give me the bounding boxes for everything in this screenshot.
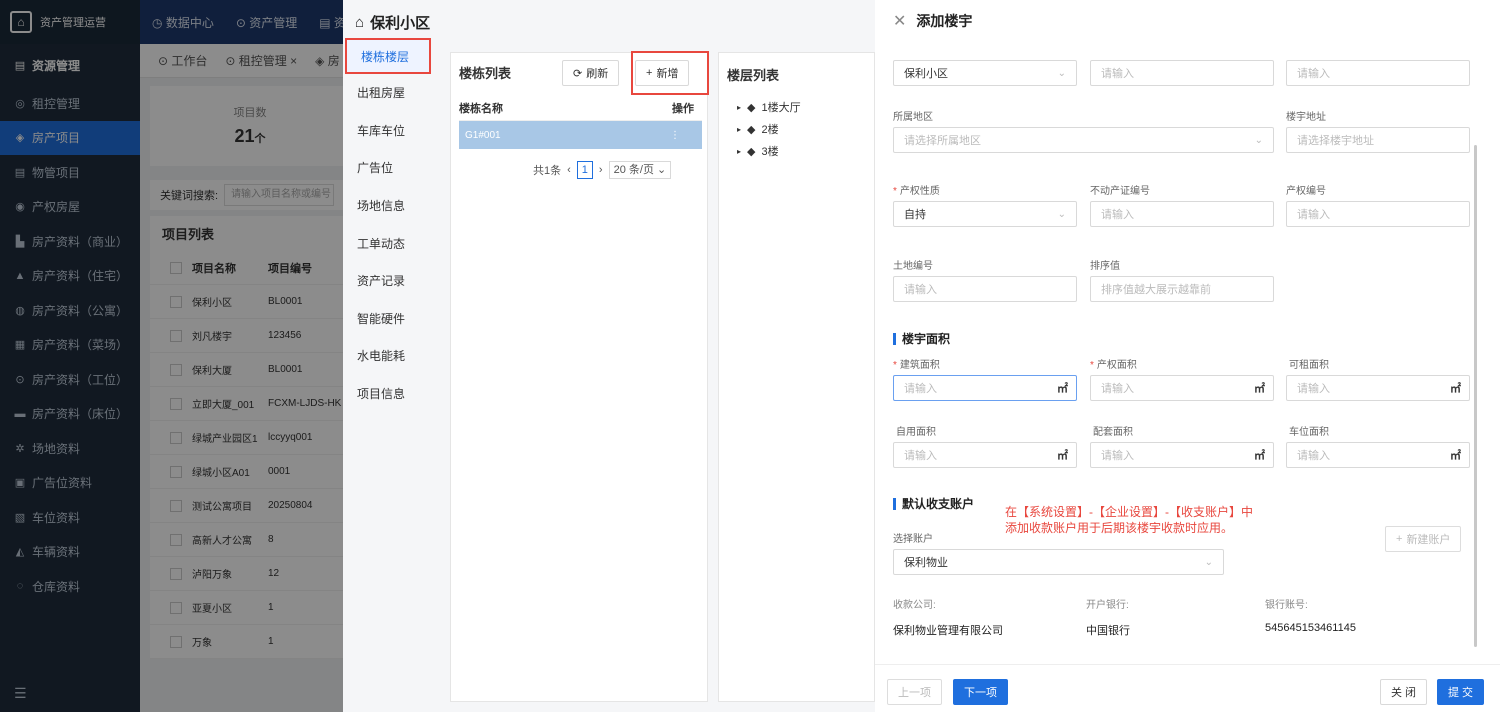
project-menu-item[interactable]: 资产记录: [343, 262, 439, 300]
area-input[interactable]: 请输入㎡: [893, 375, 1077, 401]
caret-right-icon[interactable]: ▸: [737, 125, 741, 134]
sort-label: 排序值: [1090, 261, 1120, 272]
page-number[interactable]: 1: [576, 161, 593, 179]
building-list-title: 楼栋列表: [459, 65, 512, 81]
project-menu-item[interactable]: 水电能耗: [343, 337, 439, 375]
project-menu-item[interactable]: 出租房屋: [343, 74, 439, 112]
area-label: 车位面积: [1289, 427, 1329, 438]
building-row[interactable]: G1#001 ⋮: [459, 121, 702, 149]
area-section-title: 楼宇面积: [893, 330, 950, 347]
real-estate-cert-input[interactable]: 请输入: [1090, 201, 1274, 227]
project-menu-item[interactable]: 场地信息: [343, 187, 439, 225]
add-building-drawer: ✕ 添加楼宇 保利小区 ⌄ 请输入 请输入 所属地区 请选择所属地区 ⌄ 楼宇地址 …: [875, 0, 1500, 712]
layers-icon: ◆: [747, 123, 756, 136]
chevron-down-icon: ⌄: [1204, 556, 1213, 568]
property-no-input[interactable]: 请输入: [1286, 201, 1470, 227]
area-label: 自用面积: [896, 427, 936, 438]
project-menu-item[interactable]: 广告位: [343, 149, 439, 187]
select-account-label: 选择账户: [893, 534, 933, 545]
next-page-icon[interactable]: ›: [599, 164, 603, 176]
account-select[interactable]: 保利物业 ⌄: [893, 549, 1224, 575]
building-list-panel: 楼栋列表 ⟳ 刷新 + 新增 楼栋名称 操作 G1#001 ⋮ 共1条 ‹ 1 …: [450, 51, 709, 702]
close-icon[interactable]: ✕: [893, 11, 906, 31]
sort-input[interactable]: 排序值越大展示越靠前: [1090, 276, 1274, 302]
caret-right-icon[interactable]: ▸: [737, 147, 741, 156]
property-nature-select[interactable]: 自持 ⌄: [893, 201, 1077, 227]
bank-label: 开户银行:: [1086, 600, 1129, 611]
real-estate-cert-label: 不动产证编号: [1090, 186, 1150, 197]
area-input[interactable]: 请输入㎡: [1286, 375, 1470, 401]
drawer-footer: 上一项 下一项 关 闭 提 交: [875, 664, 1500, 712]
area-input[interactable]: 请输入㎡: [1090, 375, 1274, 401]
prev-page-icon[interactable]: ‹: [567, 164, 571, 176]
area-label: * 产权面积: [1090, 360, 1137, 371]
floor-item[interactable]: ▸ ◆ 2楼: [719, 118, 874, 140]
chevron-down-icon: ⌄: [1057, 67, 1066, 79]
project-menu-item[interactable]: 车库车位: [343, 112, 439, 150]
bank-icon: ⌂: [355, 13, 365, 31]
field-row1-3[interactable]: 请输入: [1286, 60, 1470, 86]
pagination: 共1条 ‹ 1 › 20 条/页 ⌄: [533, 161, 672, 179]
address-input[interactable]: 请选择楼宇地址: [1286, 127, 1470, 153]
refresh-icon: ⟳: [573, 67, 583, 80]
plus-icon: +: [646, 67, 653, 79]
address-label: 楼宇地址: [1286, 112, 1326, 123]
layers-icon: ◆: [747, 101, 756, 114]
floor-item[interactable]: ▸ ◆ 1楼大厅: [719, 96, 874, 118]
bank-value: 中国银行: [1086, 625, 1130, 637]
land-no-input[interactable]: 请输入: [893, 276, 1077, 302]
more-icon[interactable]: ⋮: [670, 130, 680, 141]
project-menu-item[interactable]: 楼栋楼层: [345, 38, 431, 74]
land-no-label: 土地编号: [893, 261, 933, 272]
project-menu: 楼栋楼层 出租房屋 车库车位 广告位 场地信息 工单动态 资产记录 智能硬件 水电能耗 项目信息: [343, 38, 439, 412]
caret-right-icon[interactable]: ▸: [737, 103, 741, 112]
region-label: 所属地区: [893, 112, 933, 123]
floor-list-title: 楼层列表: [727, 68, 780, 83]
prev-button[interactable]: 上一项: [887, 679, 942, 705]
area-input[interactable]: 请输入㎡: [1286, 442, 1470, 468]
chevron-down-icon: ⌄: [1057, 208, 1066, 220]
project-drawer: ⌂ 保利小区 楼栋楼层 出租房屋 车库车位 广告位 场地信息 工单动态 资产记录 智能硬件 水电…: [343, 0, 875, 712]
area-label: 配套面积: [1093, 427, 1133, 438]
add-building-title: 添加楼宇: [916, 13, 973, 29]
floor-tree: ▸ ◆ 1楼大厅 ▸ ◆ 2楼 ▸ ◆ 3楼: [719, 96, 874, 162]
payee-value: 保利物业管理有限公司: [893, 625, 1003, 637]
payee-label: 收款公司:: [893, 600, 936, 611]
account-section-title: 默认收支账户: [893, 495, 974, 512]
new-account-button[interactable]: + 新建账户: [1385, 526, 1462, 552]
project-menu-item[interactable]: 工单动态: [343, 224, 439, 262]
project-menu-item[interactable]: 智能硬件: [343, 300, 439, 338]
area-label: * 建筑面积: [893, 360, 940, 371]
account-no-label: 银行账号:: [1265, 600, 1308, 611]
account-hint: 在【系统设置】-【企业设置】-【收支账户】中 添加收款账户用于后期该楼宇收款时应…: [1005, 505, 1253, 535]
property-nature-label: * 产权性质: [893, 186, 940, 197]
layers-icon: ◆: [747, 145, 756, 158]
area-input[interactable]: 请输入㎡: [893, 442, 1077, 468]
refresh-button[interactable]: ⟳ 刷新: [562, 60, 620, 86]
chevron-down-icon: ⌄: [1254, 134, 1263, 146]
add-building-header: ✕ 添加楼宇: [875, 0, 1500, 42]
floor-item[interactable]: ▸ ◆ 3楼: [719, 140, 874, 162]
project-title: 保利小区: [370, 14, 431, 32]
area-label: 可租面积: [1289, 360, 1329, 371]
next-button[interactable]: 下一项: [953, 679, 1008, 705]
scrollbar[interactable]: [1474, 145, 1477, 647]
plus-icon: +: [1396, 533, 1403, 545]
close-button[interactable]: 关 闭: [1380, 679, 1428, 705]
field-row1-2[interactable]: 请输入: [1090, 60, 1274, 86]
account-no-value: 545645153461145: [1265, 622, 1356, 634]
floor-list-panel: 楼层列表 ▸ ◆ 1楼大厅 ▸ ◆ 2楼 ▸ ◆ 3楼: [718, 52, 875, 702]
page-size-select[interactable]: 20 条/页 ⌄: [608, 161, 672, 179]
building-table-header: 楼栋名称 操作: [459, 95, 702, 121]
project-select[interactable]: 保利小区 ⌄: [893, 60, 1077, 86]
project-menu-item[interactable]: 项目信息: [343, 375, 439, 413]
add-building-button[interactable]: + 新增: [635, 60, 690, 86]
region-select[interactable]: 请选择所属地区 ⌄: [893, 127, 1274, 153]
property-no-label: 产权编号: [1286, 186, 1326, 197]
submit-button[interactable]: 提 交: [1437, 679, 1485, 705]
area-input[interactable]: 请输入㎡: [1090, 442, 1274, 468]
